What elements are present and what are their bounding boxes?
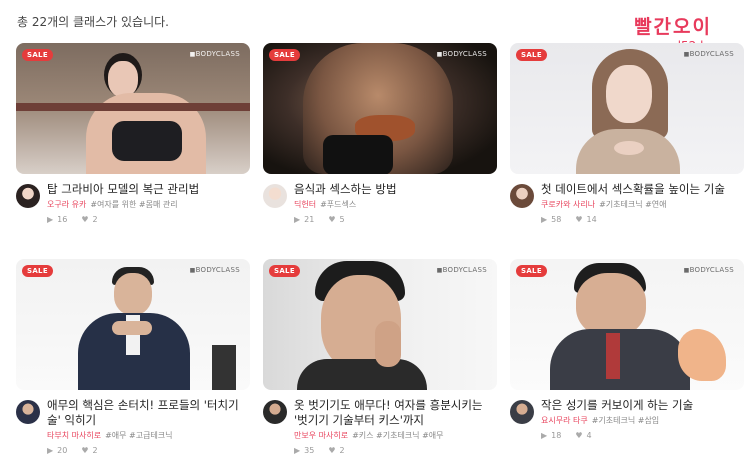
play-icon: ▶	[294, 215, 301, 224]
watermark-logo-text: 빨간오이	[634, 16, 712, 38]
like-count: 4	[586, 431, 592, 440]
play-icon: ▶	[47, 446, 54, 455]
instructor-name[interactable]: 쿠로카와 사리나	[541, 200, 595, 209]
class-card[interactable]: SALE BODYCLASS 첫 데이트에서 섹스확률을 높이는 기술 쿠로카와…	[510, 43, 744, 238]
class-title[interactable]: 애무의 핵심은 손터치! 프로들의 '터치기술' 익히기	[47, 398, 250, 428]
class-grid: SALE BODYCLASS 탑 그라비아 모델의 복근 관리법 오구라 유카 #…	[16, 43, 744, 455]
class-title[interactable]: 탑 그라비아 모델의 복근 관리법	[47, 182, 250, 197]
class-card[interactable]: SALE BODYCLASS 옷 벗기기도 애무다! 여자를 흥분시키는 '벗기…	[263, 259, 497, 455]
heart-icon: ♥	[328, 215, 336, 224]
view-count: 20	[57, 446, 68, 455]
avatar	[263, 184, 287, 208]
sale-badge: SALE	[269, 49, 300, 61]
sale-badge: SALE	[516, 265, 547, 277]
heart-icon: ♥	[328, 446, 336, 455]
class-tags: #기초테크닉 #연애	[599, 200, 667, 209]
instructor-name[interactable]: 만보우 마사히로	[294, 431, 348, 440]
instructor-name[interactable]: 요시무라 타쿠	[541, 416, 588, 425]
thumbnail-image	[16, 259, 250, 390]
class-thumbnail[interactable]: SALE BODYCLASS	[510, 43, 744, 174]
sale-badge: SALE	[269, 265, 300, 277]
thumbnail-image	[16, 43, 250, 174]
avatar	[16, 184, 40, 208]
bodyclass-logo: BODYCLASS	[190, 50, 240, 58]
play-icon: ▶	[47, 215, 54, 224]
view-count: 35	[304, 446, 315, 455]
class-card[interactable]: SALE BODYCLASS 작은 성기를 커보이게 하는 기술 요시무라 타쿠…	[510, 259, 744, 454]
thumbnail-image	[263, 43, 497, 174]
class-title[interactable]: 작은 성기를 커보이게 하는 기술	[541, 398, 744, 413]
class-card[interactable]: SALE BODYCLASS 음식과 섹스하는 방법 딕헌터 #푸드섹스 ▶21 …	[263, 43, 497, 238]
class-stats: ▶ 20 ♥ 2	[47, 446, 250, 455]
play-icon: ▶	[541, 215, 548, 224]
heart-icon: ♥	[81, 215, 89, 224]
class-stats: ▶ 21 ♥ 5	[294, 215, 497, 224]
heart-icon: ♥	[81, 446, 89, 455]
bodyclass-logo: BODYCLASS	[437, 50, 487, 58]
like-count: 2	[92, 215, 98, 224]
bodyclass-logo: BODYCLASS	[684, 266, 734, 274]
class-title[interactable]: 첫 데이트에서 섹스확률을 높이는 기술	[541, 182, 744, 197]
thumbnail-image	[510, 259, 744, 390]
class-tags: #여자를 위한 #몸매 관리	[90, 200, 178, 209]
class-stats: ▶ 35 ♥ 2	[294, 446, 497, 455]
like-count: 5	[339, 215, 345, 224]
view-count: 18	[551, 431, 562, 440]
heart-icon: ♥	[575, 431, 583, 440]
sale-badge: SALE	[516, 49, 547, 61]
class-thumbnail[interactable]: SALE BODYCLASS	[510, 259, 744, 390]
class-thumbnail[interactable]: SALE BODYCLASS	[16, 43, 250, 174]
heart-icon: ♥	[575, 215, 583, 224]
sale-badge: SALE	[22, 265, 53, 277]
view-count: 58	[551, 215, 562, 224]
instructor-name[interactable]: 타부치 마사히로	[47, 431, 101, 440]
thumbnail-image	[510, 43, 744, 174]
class-stats: ▶ 16 ♥ 2	[47, 215, 250, 224]
class-stats: ▶ 58 ♥ 14	[541, 215, 744, 224]
play-icon: ▶	[294, 446, 301, 455]
view-count: 16	[57, 215, 68, 224]
class-title[interactable]: 음식과 섹스하는 방법	[294, 182, 497, 197]
instructor-name[interactable]: 오구라 유카	[47, 200, 86, 209]
view-count: 21	[304, 215, 315, 224]
avatar	[263, 400, 287, 424]
class-thumbnail[interactable]: SALE BODYCLASS	[263, 43, 497, 174]
bodyclass-logo: BODYCLASS	[437, 266, 487, 274]
class-tags: #푸드섹스	[320, 200, 357, 209]
class-tags: #기초테크닉 #삽입	[591, 416, 660, 425]
like-count: 2	[92, 446, 98, 455]
like-count: 2	[339, 446, 345, 455]
avatar	[510, 184, 534, 208]
class-card[interactable]: SALE BODYCLASS 탑 그라비아 모델의 복근 관리법 오구라 유카 #…	[16, 43, 250, 238]
class-tags: #애무 #고급테크닉	[105, 431, 173, 440]
instructor-name[interactable]: 딕헌터	[294, 200, 316, 209]
class-thumbnail[interactable]: SALE BODYCLASS	[16, 259, 250, 390]
class-stats: ▶ 18 ♥ 4	[541, 431, 744, 440]
class-title[interactable]: 옷 벗기기도 애무다! 여자를 흥분시키는 '벗기기 기술부터 키스'까지	[294, 398, 497, 428]
bodyclass-logo: BODYCLASS	[190, 266, 240, 274]
class-thumbnail[interactable]: SALE BODYCLASS	[263, 259, 497, 390]
like-count: 14	[586, 215, 597, 224]
class-count-text: 총 22개의 클래스가 있습니다.	[17, 15, 169, 29]
class-card[interactable]: SALE BODYCLASS 애무의 핵심은 손터치! 프로들의 '터치기술' …	[16, 259, 250, 455]
avatar	[510, 400, 534, 424]
thumbnail-image	[263, 259, 497, 390]
sale-badge: SALE	[22, 49, 53, 61]
avatar	[16, 400, 40, 424]
bodyclass-logo: BODYCLASS	[684, 50, 734, 58]
class-tags: #키스 #기초테크닉 #애무	[352, 431, 444, 440]
play-icon: ▶	[541, 431, 548, 440]
